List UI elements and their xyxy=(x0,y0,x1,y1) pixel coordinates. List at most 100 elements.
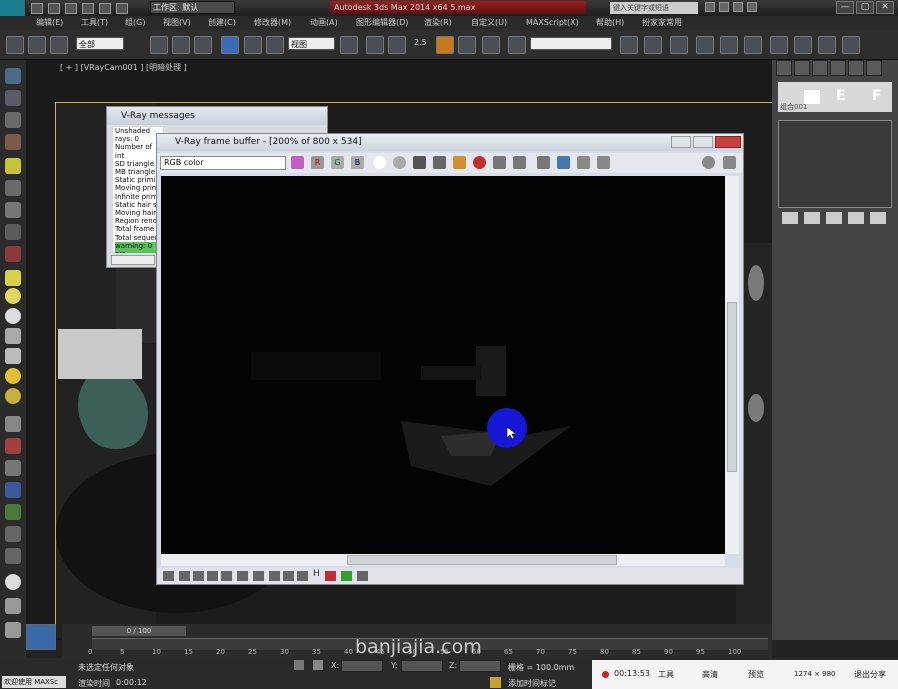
tool-22-icon[interactable] xyxy=(5,526,21,542)
tool-5-icon[interactable] xyxy=(5,158,21,174)
select-move-icon[interactable] xyxy=(221,36,239,54)
lock-icon[interactable] xyxy=(294,660,304,670)
bottom-tool-8-icon[interactable] xyxy=(269,571,280,581)
menu-animation[interactable]: 动画(A) xyxy=(310,16,356,30)
menu-help[interactable]: 帮助(H) xyxy=(596,16,642,30)
bottom-tool-3-icon[interactable] xyxy=(193,571,204,581)
modify-tab-icon[interactable] xyxy=(794,60,810,76)
undo-icon[interactable] xyxy=(82,2,94,14)
white-circle-icon[interactable] xyxy=(373,156,386,169)
menu-customize[interactable]: 自定义(U) xyxy=(471,16,526,30)
bottom-tool-6-icon[interactable] xyxy=(237,571,248,581)
render-setup-icon[interactable] xyxy=(770,36,788,54)
bottom-tool-10-icon[interactable] xyxy=(297,571,308,581)
maxscript-mini-icon[interactable] xyxy=(26,624,56,650)
app-logo-icon[interactable] xyxy=(0,0,26,16)
tool-16-icon[interactable] xyxy=(5,388,21,404)
remove-modifier-icon[interactable] xyxy=(848,212,864,224)
gray-circle-icon[interactable] xyxy=(393,156,406,169)
bottom-tool-13-icon[interactable] xyxy=(357,571,368,581)
bottom-tool-5-icon[interactable] xyxy=(221,571,232,581)
edit-named-sets-icon[interactable] xyxy=(508,36,526,54)
bottom-tool-11-icon[interactable] xyxy=(325,571,336,581)
x-coordinate-input[interactable] xyxy=(341,660,383,672)
recorder-exit-button[interactable]: 退出分享 xyxy=(854,669,886,680)
bottom-tool-2-icon[interactable] xyxy=(179,571,190,581)
menu-views[interactable]: 视图(V) xyxy=(163,16,208,30)
new-file-icon[interactable] xyxy=(31,2,43,14)
tool-15-icon[interactable] xyxy=(5,368,21,384)
menu-rendering[interactable]: 渲染(R) xyxy=(424,16,471,30)
bottom-tool-12-icon[interactable] xyxy=(341,571,352,581)
save-image-icon[interactable] xyxy=(413,156,426,169)
bottom-tool-9-icon[interactable] xyxy=(283,571,294,581)
tool-12-icon[interactable] xyxy=(5,308,21,324)
workspace-select[interactable]: 工作区: 默认 xyxy=(150,1,235,14)
tool-8-icon[interactable] xyxy=(5,224,21,240)
menu-custom[interactable]: 扮家家常用 xyxy=(642,16,692,30)
vfb-close-button[interactable] xyxy=(715,136,741,148)
time-tag-icon[interactable] xyxy=(490,677,501,688)
recorder-quality-button[interactable]: 高清 xyxy=(702,669,718,680)
percent-snap-icon[interactable] xyxy=(458,36,476,54)
compare-icon[interactable] xyxy=(557,156,570,169)
menu-group[interactable]: 组(G) xyxy=(125,16,163,30)
select-object-icon[interactable] xyxy=(150,36,168,54)
tool-7-icon[interactable] xyxy=(5,202,21,218)
track-mouse-icon[interactable] xyxy=(493,156,506,169)
duplicate-icon[interactable] xyxy=(433,156,446,169)
star-icon[interactable] xyxy=(733,2,743,12)
tool-23-icon[interactable] xyxy=(5,548,21,564)
display-correction-icon[interactable] xyxy=(597,156,610,169)
region-render-icon[interactable] xyxy=(513,156,526,169)
tool-10-icon[interactable] xyxy=(5,270,21,286)
add-time-tag[interactable]: 添加时间标记 xyxy=(508,678,556,689)
tool-11-icon[interactable] xyxy=(5,288,21,304)
project-icon[interactable] xyxy=(116,2,128,14)
curve-editor-icon[interactable] xyxy=(696,36,714,54)
z-coordinate-input[interactable] xyxy=(459,660,501,672)
motion-tab-icon[interactable] xyxy=(830,60,846,76)
selection-filter-select[interactable]: 全部 xyxy=(76,37,124,50)
red-channel-button[interactable]: R xyxy=(311,156,324,169)
link-icon[interactable] xyxy=(6,36,24,54)
select-scale-icon[interactable] xyxy=(266,36,284,54)
rect-selection-icon[interactable] xyxy=(172,36,190,54)
window-crossing-icon[interactable] xyxy=(194,36,212,54)
vfb-hscroll-thumb[interactable] xyxy=(347,555,617,565)
redo-icon[interactable] xyxy=(99,2,111,14)
keyboard-shortcut-icon[interactable] xyxy=(388,36,406,54)
schematic-view-icon[interactable] xyxy=(720,36,738,54)
tool-18-icon[interactable] xyxy=(5,438,21,454)
show-end-result-icon[interactable] xyxy=(804,212,820,224)
make-unique-icon[interactable] xyxy=(826,212,842,224)
save-file-icon[interactable] xyxy=(65,2,77,14)
vfb-vscroll-thumb[interactable] xyxy=(727,302,737,472)
configure-sets-icon[interactable] xyxy=(870,212,886,224)
close-button[interactable]: ✕ xyxy=(876,1,894,14)
tool-9-icon[interactable] xyxy=(5,246,21,262)
menu-maxscript[interactable]: MAXScript(X) xyxy=(526,16,596,30)
utilities-tab-icon[interactable] xyxy=(866,60,882,76)
display-tab-icon[interactable] xyxy=(848,60,864,76)
h-button[interactable]: H xyxy=(313,569,320,579)
menu-edit[interactable]: 编辑(E) xyxy=(36,16,81,30)
help-icon[interactable] xyxy=(747,2,757,12)
tool-19-icon[interactable] xyxy=(5,460,21,476)
named-selection-select[interactable] xyxy=(530,37,612,50)
render-production-icon[interactable] xyxy=(818,36,836,54)
vfb-maximize-button[interactable] xyxy=(693,136,713,148)
maxscript-listener[interactable]: 欢迎使用 MAXSc xyxy=(2,676,66,688)
tool-24-icon[interactable] xyxy=(5,574,21,590)
modifier-stack[interactable] xyxy=(778,120,892,208)
green-channel-button[interactable]: G xyxy=(331,156,344,169)
vray-frame-buffer-window[interactable]: V-Ray frame buffer - [200% of 800 x 534]… xyxy=(156,133,744,585)
vm-scrollbar[interactable] xyxy=(111,255,155,265)
bind-space-warp-icon[interactable] xyxy=(50,36,68,54)
recorder-tools-button[interactable]: 工具 xyxy=(658,669,674,680)
menu-modifiers[interactable]: 修改器(M) xyxy=(254,16,310,30)
rendered-frame-icon[interactable] xyxy=(794,36,812,54)
menu-graph-editors[interactable]: 图形编辑器(D) xyxy=(356,16,424,30)
vfb-horizontal-scrollbar[interactable] xyxy=(161,554,725,566)
maximize-button[interactable]: ▢ xyxy=(856,1,874,14)
